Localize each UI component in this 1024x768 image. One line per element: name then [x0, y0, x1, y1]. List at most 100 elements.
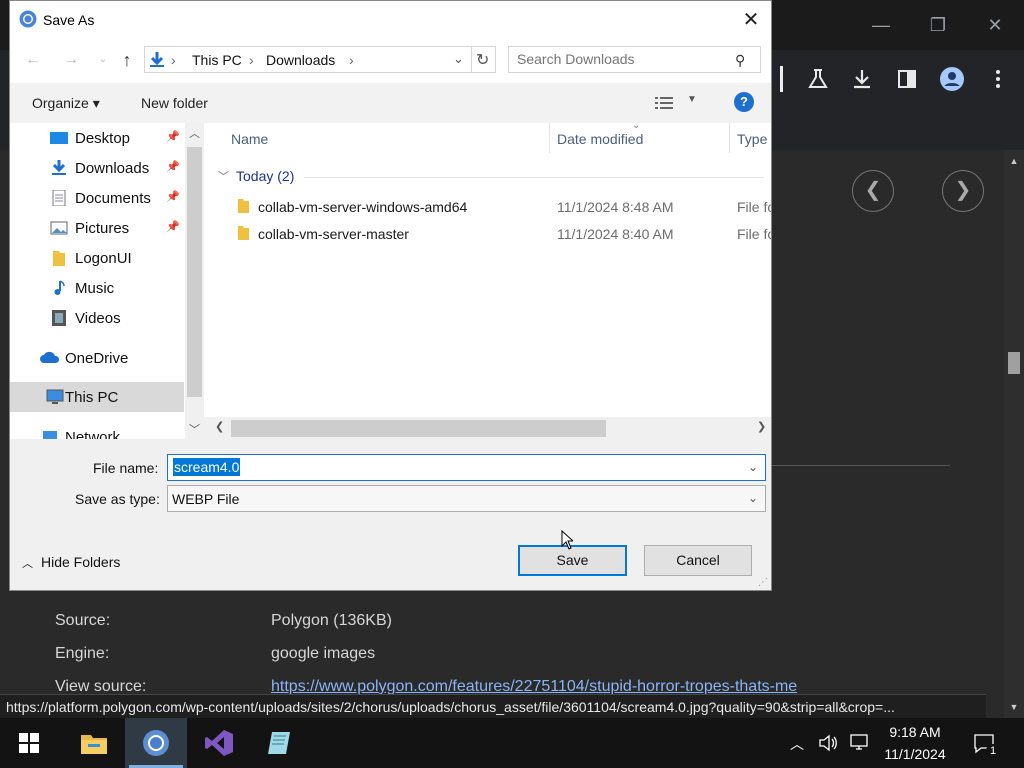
videos-icon: [52, 310, 66, 326]
music-icon: [54, 280, 65, 295]
folder-icon: [53, 251, 65, 266]
next-image-button[interactable]: ❯: [942, 170, 984, 212]
search-input[interactable]: [517, 51, 717, 67]
scroll-left-icon[interactable]: ❮: [215, 420, 224, 433]
nav-item-onedrive[interactable]: OneDrive: [10, 343, 184, 373]
nav-item-videos[interactable]: Videos: [10, 303, 184, 333]
browser-scroll-thumb[interactable]: [1008, 352, 1020, 374]
group-divider: [304, 177, 764, 178]
horizontal-scroll-thumb[interactable]: [231, 420, 606, 437]
recent-locations-chevron-icon[interactable]: ⌄: [92, 49, 114, 71]
engine-label: Engine:: [55, 645, 110, 662]
nav-item-network[interactable]: Network: [10, 422, 184, 439]
breadcrumb-separator-icon: ›: [171, 52, 176, 68]
nav-item-downloads[interactable]: Downloads 📌: [10, 153, 184, 183]
hide-folders-button[interactable]: ︿ Hide Folders: [22, 554, 120, 571]
nav-item-music[interactable]: Music: [10, 273, 184, 303]
volume-icon[interactable]: [818, 733, 838, 753]
save-as-type-value: WEBP File: [172, 491, 240, 507]
labs-flask-icon[interactable]: [805, 66, 831, 92]
source-value: Polygon (136KB): [271, 612, 392, 629]
clock-time[interactable]: 9:18 AM: [870, 724, 960, 740]
address-bar[interactable]: › This PC › Downloads › ⌄ ↻: [144, 46, 496, 73]
address-divider: [471, 47, 472, 72]
group-collapse-chevron-icon[interactable]: ﹀: [218, 168, 229, 184]
column-header-name[interactable]: Name: [231, 131, 268, 147]
dialog-title: Save As: [43, 12, 95, 28]
breadcrumb-downloads[interactable]: Downloads: [266, 52, 335, 68]
file-row[interactable]: collab-vm-server-windows-amd64 11/1/2024…: [228, 194, 771, 220]
nav-label: Desktop: [75, 130, 131, 147]
scroll-up-icon[interactable]: ▲: [1008, 156, 1020, 166]
nav-scroll-down-icon[interactable]: ﹀: [187, 421, 202, 437]
resize-grip-icon[interactable]: ⋰: [758, 577, 768, 588]
network-status-icon[interactable]: [848, 733, 870, 753]
save-type-dropdown-icon[interactable]: ⌄: [748, 491, 758, 505]
start-windows-icon[interactable]: [19, 733, 39, 753]
search-icon[interactable]: ⚲: [735, 52, 745, 69]
group-header-today[interactable]: Today (2): [236, 168, 294, 184]
dialog-titlebar[interactable]: Save As ✕: [10, 1, 771, 39]
nav-item-logonui[interactable]: LogonUI: [10, 243, 184, 273]
cancel-button[interactable]: Cancel: [644, 545, 752, 576]
nav-label: Videos: [75, 310, 121, 327]
new-folder-button[interactable]: New folder: [141, 95, 208, 111]
close-window-icon[interactable]: ✕: [980, 12, 1010, 38]
taskbar-chrome[interactable]: [125, 718, 187, 768]
side-panel-icon[interactable]: [894, 66, 920, 92]
file-list-pane: Name ⌄ Date modified Type ﹀ Today (2) co…: [204, 123, 771, 439]
nav-item-pictures[interactable]: Pictures 📌: [10, 213, 184, 243]
column-separator[interactable]: [729, 123, 730, 153]
restore-icon[interactable]: ❐: [923, 12, 953, 38]
pin-icon: 📌: [166, 131, 180, 143]
save-as-type-select[interactable]: WEBP File ⌄: [167, 485, 766, 512]
view-source-link[interactable]: https://www.polygon.com/features/2275110…: [271, 678, 797, 695]
column-separator[interactable]: [549, 123, 550, 153]
nav-label: Documents: [75, 190, 151, 207]
nav-scroll-up-icon[interactable]: ︿: [187, 125, 202, 141]
breadcrumb-this-pc[interactable]: This PC: [192, 52, 242, 68]
file-name-label: File name:: [93, 460, 159, 476]
browser-scrollbar[interactable]: [1004, 150, 1024, 718]
file-name: collab-vm-server-windows-amd64: [258, 199, 468, 215]
scroll-down-icon[interactable]: ▼: [1008, 702, 1020, 712]
taskbar-app-4[interactable]: [250, 718, 312, 768]
more-menu-icon[interactable]: [985, 66, 1011, 92]
change-view-button[interactable]: ▼: [655, 94, 699, 112]
taskbar-file-explorer[interactable]: [62, 718, 124, 768]
profile-avatar-icon[interactable]: [939, 66, 965, 92]
organize-button[interactable]: Organize ▾: [32, 95, 100, 112]
nav-scroll-thumb[interactable]: [187, 147, 202, 397]
nav-item-desktop[interactable]: Desktop 📌: [10, 123, 184, 153]
help-icon[interactable]: ?: [734, 92, 754, 112]
search-box[interactable]: ⚲: [508, 46, 761, 73]
back-arrow-icon[interactable]: ←: [22, 49, 44, 71]
up-arrow-icon[interactable]: ↑: [116, 49, 138, 71]
nav-label: LogonUI: [75, 250, 132, 267]
refresh-icon[interactable]: ↻: [476, 50, 489, 70]
show-hidden-icons[interactable]: ︿: [790, 734, 804, 754]
column-header-date-modified[interactable]: Date modified: [557, 131, 643, 147]
nav-item-documents[interactable]: Documents 📌: [10, 183, 184, 213]
file-name-dropdown-icon[interactable]: ⌄: [748, 460, 758, 474]
clock-date[interactable]: 11/1/2024: [870, 746, 960, 762]
dialog-close-icon[interactable]: ✕: [736, 9, 766, 33]
forward-arrow-icon[interactable]: →: [60, 49, 82, 71]
status-url-bar: https://platform.polygon.com/wp-content/…: [0, 694, 986, 718]
taskbar-visual-studio[interactable]: [188, 718, 250, 768]
file-name-input[interactable]: scream4.0 ⌄: [167, 454, 766, 481]
scroll-right-icon[interactable]: ❯: [757, 420, 766, 433]
previous-image-button[interactable]: ❮: [852, 170, 894, 212]
file-name-value[interactable]: scream4.0: [173, 458, 241, 476]
nav-item-this-pc[interactable]: This PC: [10, 382, 184, 412]
column-header-type[interactable]: Type: [737, 131, 767, 147]
address-row: ← → ⌄ ↑ › This PC › Downloads › ⌄ ↻ ⚲: [10, 39, 771, 83]
file-row[interactable]: collab-vm-server-master 11/1/2024 8:40 A…: [228, 221, 771, 247]
minimize-icon[interactable]: —: [866, 12, 896, 38]
file-date: 11/1/2024 8:48 AM: [557, 199, 674, 215]
breadcrumb-separator-icon: ›: [349, 52, 354, 68]
chevron-up-icon: ︿: [22, 558, 33, 570]
address-dropdown-icon[interactable]: ⌄: [453, 51, 464, 67]
visual-studio-icon: [205, 730, 233, 756]
download-icon[interactable]: [849, 66, 875, 92]
